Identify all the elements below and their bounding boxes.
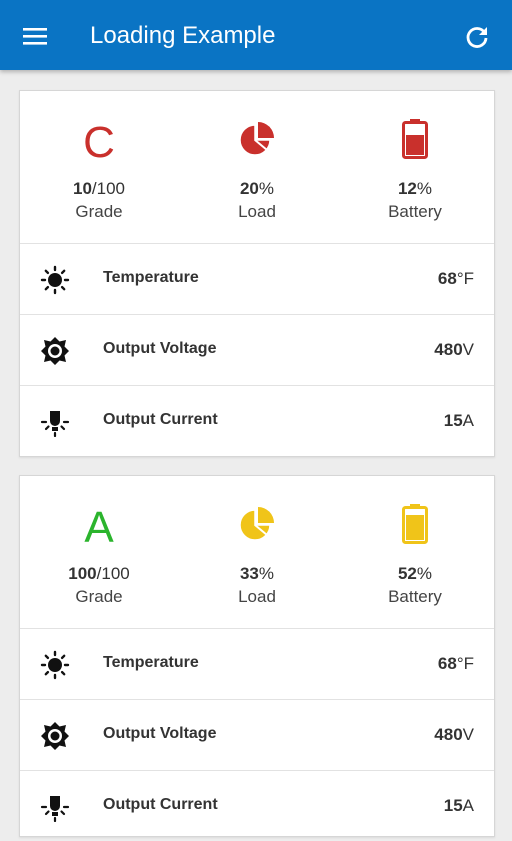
output-current-value: 15A — [443, 796, 474, 815]
output-current-label: Output Current — [103, 411, 218, 428]
output-current-value: 15A — [443, 411, 474, 430]
battery-icon — [402, 119, 428, 159]
output-current-row[interactable]: Output Current 15A — [20, 771, 494, 841]
brightness-icon — [41, 722, 69, 750]
temperature-value: 68°F — [437, 654, 474, 673]
load-stat: 20% Load — [178, 91, 336, 243]
grade-label: Grade — [75, 202, 123, 221]
grade-stat: A 100/100 Grade — [20, 476, 178, 628]
load-stat: 33% Load — [178, 476, 336, 628]
grade-letter: A — [84, 503, 114, 552]
grade-value: 10 — [72, 179, 92, 198]
sun-icon — [40, 265, 70, 295]
output-voltage-value: 480V — [434, 340, 474, 359]
output-current-label: Output Current — [103, 796, 218, 813]
load-label: Load — [238, 587, 276, 606]
output-voltage-label: Output Voltage — [103, 340, 217, 357]
bulb-icon — [40, 796, 70, 822]
grade-label: Grade — [75, 587, 123, 606]
output-current-row[interactable]: Output Current 15A — [20, 386, 494, 456]
page-title: Loading Example — [90, 22, 276, 49]
battery-stat: 12% Battery — [336, 91, 494, 243]
output-voltage-row[interactable]: Output Voltage 480V — [20, 315, 494, 386]
battery-icon — [402, 504, 428, 544]
temperature-label: Temperature — [103, 654, 199, 671]
load-value: 20 — [239, 179, 259, 198]
output-voltage-row[interactable]: Output Voltage 480V — [20, 700, 494, 771]
temperature-label: Temperature — [103, 269, 199, 286]
battery-stat: 52% Battery — [336, 476, 494, 628]
grade-stat: C 10/100 Grade — [20, 91, 178, 243]
menu-icon[interactable] — [16, 21, 54, 51]
stats-summary: C 10/100 Grade 20% Load 12% Battery — [20, 91, 494, 244]
battery-value: 52 — [397, 564, 417, 583]
load-label: Load — [238, 202, 276, 221]
pie-chart-icon — [239, 507, 274, 541]
battery-value: 12 — [397, 179, 417, 198]
grade-max: /100 — [91, 179, 125, 198]
temperature-value: 68°F — [437, 269, 474, 288]
temperature-row[interactable]: Temperature 68°F — [20, 629, 494, 700]
bulb-icon — [40, 411, 70, 437]
output-voltage-label: Output Voltage — [103, 725, 217, 742]
temperature-row[interactable]: Temperature 68°F — [20, 244, 494, 315]
grade-max: /100 — [96, 564, 130, 583]
stats-summary: A 100/100 Grade 33% Load 52% Battery — [20, 476, 494, 629]
load-value: 33 — [239, 564, 259, 583]
battery-label: Battery — [388, 587, 442, 606]
grade-letter: C — [83, 118, 115, 167]
pie-chart-icon — [239, 122, 274, 156]
status-card-1: C 10/100 Grade 20% Load 12% Battery Temp… — [19, 90, 495, 457]
status-card-2: A 100/100 Grade 33% Load 52% Battery Tem… — [19, 475, 495, 837]
app-bar: Loading Example — [0, 0, 512, 70]
battery-label: Battery — [388, 202, 442, 221]
grade-value: 100 — [68, 564, 97, 583]
brightness-icon — [41, 337, 69, 365]
sun-icon — [40, 650, 70, 680]
output-voltage-value: 480V — [434, 725, 474, 744]
refresh-icon[interactable] — [462, 22, 492, 52]
